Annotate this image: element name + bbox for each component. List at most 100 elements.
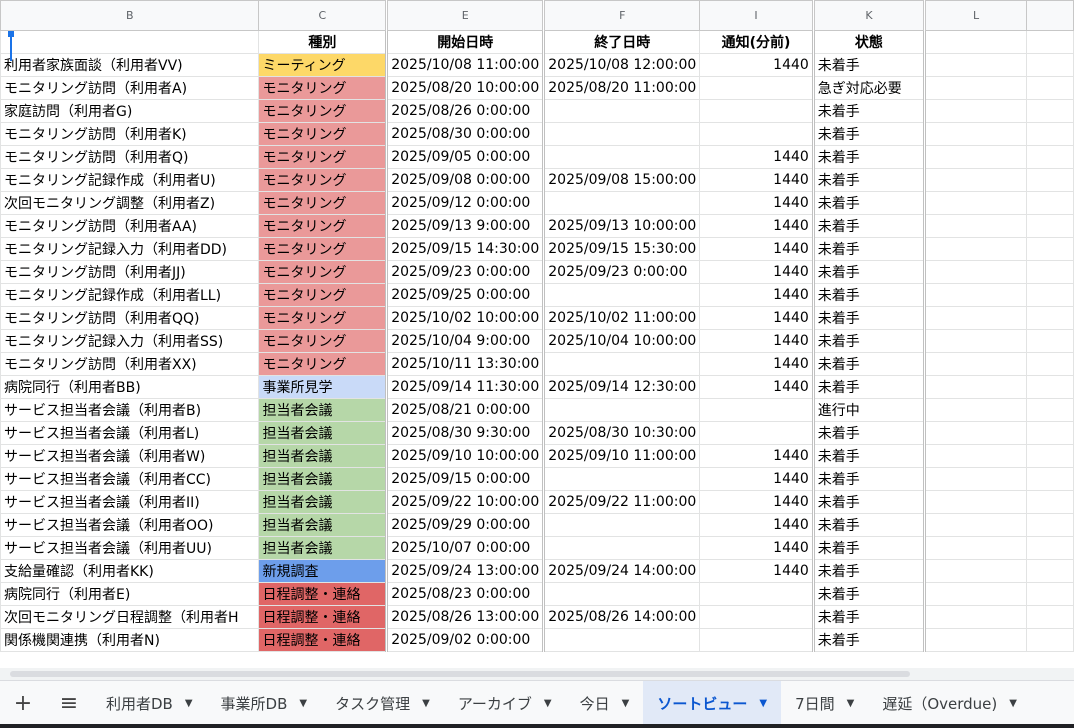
end-cell[interactable] <box>543 191 701 215</box>
start-cell[interactable]: 2025/09/14 11:30:00 <box>386 375 546 399</box>
column-header[interactable] <box>1025 0 1074 31</box>
empty-cell[interactable] <box>1025 352 1074 376</box>
empty-cell[interactable] <box>924 53 1027 77</box>
name-cell[interactable]: 次回モニタリング調整（利用者Z) <box>0 191 260 215</box>
name-cell[interactable]: 病院同行（利用者E) <box>0 582 260 606</box>
name-cell[interactable]: サービス担当者会議（利用者OO) <box>0 513 260 537</box>
empty-cell[interactable] <box>1025 375 1074 399</box>
status-cell[interactable]: 未着手 <box>812 306 927 330</box>
empty-cell[interactable] <box>924 513 1027 537</box>
notify-cell[interactable] <box>699 398 815 422</box>
empty-cell[interactable] <box>924 605 1027 629</box>
empty-cell[interactable] <box>1025 214 1074 238</box>
cell-selection-handle[interactable] <box>8 31 14 37</box>
sheet-tab[interactable]: 利用者DB ▼ <box>92 681 207 725</box>
start-cell[interactable]: 2025/09/13 9:00:00 <box>386 214 546 238</box>
name-cell[interactable]: サービス担当者会議（利用者L) <box>0 421 260 445</box>
empty-cell[interactable] <box>924 444 1027 468</box>
header-cell[interactable] <box>1025 30 1074 54</box>
end-cell[interactable]: 2025/08/20 11:00:00 <box>543 76 701 100</box>
notify-cell[interactable]: 1440 <box>699 352 815 376</box>
status-cell[interactable]: 未着手 <box>812 53 927 77</box>
end-cell[interactable]: 2025/09/23 0:00:00 <box>543 260 701 284</box>
name-cell[interactable]: 関係機関連携（利用者N) <box>0 628 260 652</box>
header-cell[interactable]: 開始日時 <box>386 30 546 54</box>
column-header[interactable]: F <box>543 0 701 31</box>
start-cell[interactable]: 2025/10/11 13:30:00 <box>386 352 546 376</box>
type-cell[interactable]: モニタリング <box>258 237 389 261</box>
empty-cell[interactable] <box>924 122 1027 146</box>
sheet-tab[interactable]: 今日 ▼ <box>566 681 644 725</box>
notify-cell[interactable]: 1440 <box>699 214 815 238</box>
header-cell[interactable] <box>0 30 260 54</box>
end-cell[interactable]: 2025/09/13 10:00:00 <box>543 214 701 238</box>
empty-cell[interactable] <box>924 582 1027 606</box>
chevron-down-icon[interactable]: ▼ <box>622 698 630 709</box>
header-cell[interactable]: 終了日時 <box>543 30 701 54</box>
status-cell[interactable]: 未着手 <box>812 628 927 652</box>
empty-cell[interactable] <box>1025 76 1074 100</box>
chevron-down-icon[interactable]: ▼ <box>299 698 307 709</box>
spreadsheet-grid[interactable]: B C E F I K L 種別 開始日時 終了日時 通知(分前) 状態 利用者家族面談（利用者VV) ミ… <box>0 0 1074 668</box>
chevron-down-icon[interactable]: ▼ <box>847 698 855 709</box>
name-cell[interactable]: サービス担当者会議（利用者W) <box>0 444 260 468</box>
end-cell[interactable] <box>543 145 701 169</box>
type-cell[interactable]: モニタリング <box>258 168 389 192</box>
chevron-down-icon[interactable]: ▼ <box>759 698 767 709</box>
start-cell[interactable]: 2025/08/23 0:00:00 <box>386 582 546 606</box>
type-cell[interactable]: モニタリング <box>258 352 389 376</box>
status-cell[interactable]: 未着手 <box>812 559 927 583</box>
type-cell[interactable]: 担当者会議 <box>258 536 389 560</box>
empty-cell[interactable] <box>924 490 1027 514</box>
empty-cell[interactable] <box>1025 490 1074 514</box>
horizontal-scrollbar[interactable] <box>0 668 1074 680</box>
name-cell[interactable]: モニタリング記録作成（利用者U) <box>0 168 260 192</box>
name-cell[interactable]: 支給量確認（利用者KK) <box>0 559 260 583</box>
start-cell[interactable]: 2025/10/07 0:00:00 <box>386 536 546 560</box>
name-cell[interactable]: モニタリング訪問（利用者Q) <box>0 145 260 169</box>
sheet-tab[interactable]: ソートビュー ▼ <box>643 681 782 725</box>
status-cell[interactable]: 未着手 <box>812 582 927 606</box>
start-cell[interactable]: 2025/09/22 10:00:00 <box>386 490 546 514</box>
name-cell[interactable]: サービス担当者会議（利用者B) <box>0 398 260 422</box>
status-cell[interactable]: 未着手 <box>812 490 927 514</box>
start-cell[interactable]: 2025/09/29 0:00:00 <box>386 513 546 537</box>
type-cell[interactable]: モニタリング <box>258 214 389 238</box>
type-cell[interactable]: 担当者会議 <box>258 421 389 445</box>
sheet-tab[interactable]: 事業所DB ▼ <box>207 681 322 725</box>
name-cell[interactable]: モニタリング訪問（利用者K) <box>0 122 260 146</box>
status-cell[interactable]: 未着手 <box>812 513 927 537</box>
type-cell[interactable]: モニタリング <box>258 283 389 307</box>
empty-cell[interactable] <box>924 536 1027 560</box>
end-cell[interactable] <box>543 283 701 307</box>
empty-cell[interactable] <box>924 99 1027 123</box>
start-cell[interactable]: 2025/09/02 0:00:00 <box>386 628 546 652</box>
empty-cell[interactable] <box>1025 168 1074 192</box>
empty-cell[interactable] <box>1025 191 1074 215</box>
end-cell[interactable]: 2025/10/04 10:00:00 <box>543 329 701 353</box>
type-cell[interactable]: モニタリング <box>258 76 389 100</box>
empty-cell[interactable] <box>1025 559 1074 583</box>
type-cell[interactable]: 担当者会議 <box>258 467 389 491</box>
notify-cell[interactable]: 1440 <box>699 191 815 215</box>
start-cell[interactable]: 2025/09/15 14:30:00 <box>386 237 546 261</box>
end-cell[interactable] <box>543 398 701 422</box>
empty-cell[interactable] <box>1025 605 1074 629</box>
end-cell[interactable] <box>543 352 701 376</box>
end-cell[interactable] <box>543 467 701 491</box>
empty-cell[interactable] <box>1025 53 1074 77</box>
column-header[interactable]: I <box>699 0 815 31</box>
end-cell[interactable]: 2025/09/14 12:30:00 <box>543 375 701 399</box>
empty-cell[interactable] <box>924 467 1027 491</box>
notify-cell[interactable]: 1440 <box>699 329 815 353</box>
name-cell[interactable]: 次回モニタリング日程調整（利用者H <box>0 605 260 629</box>
name-cell[interactable]: モニタリング訪問（利用者QQ) <box>0 306 260 330</box>
empty-cell[interactable] <box>924 306 1027 330</box>
type-cell[interactable]: モニタリング <box>258 122 389 146</box>
start-cell[interactable]: 2025/10/08 11:00:00 <box>386 53 546 77</box>
notify-cell[interactable]: 1440 <box>699 168 815 192</box>
type-cell[interactable]: モニタリング <box>258 99 389 123</box>
type-cell[interactable]: 新規調査 <box>258 559 389 583</box>
empty-cell[interactable] <box>924 191 1027 215</box>
type-cell[interactable]: モニタリング <box>258 145 389 169</box>
